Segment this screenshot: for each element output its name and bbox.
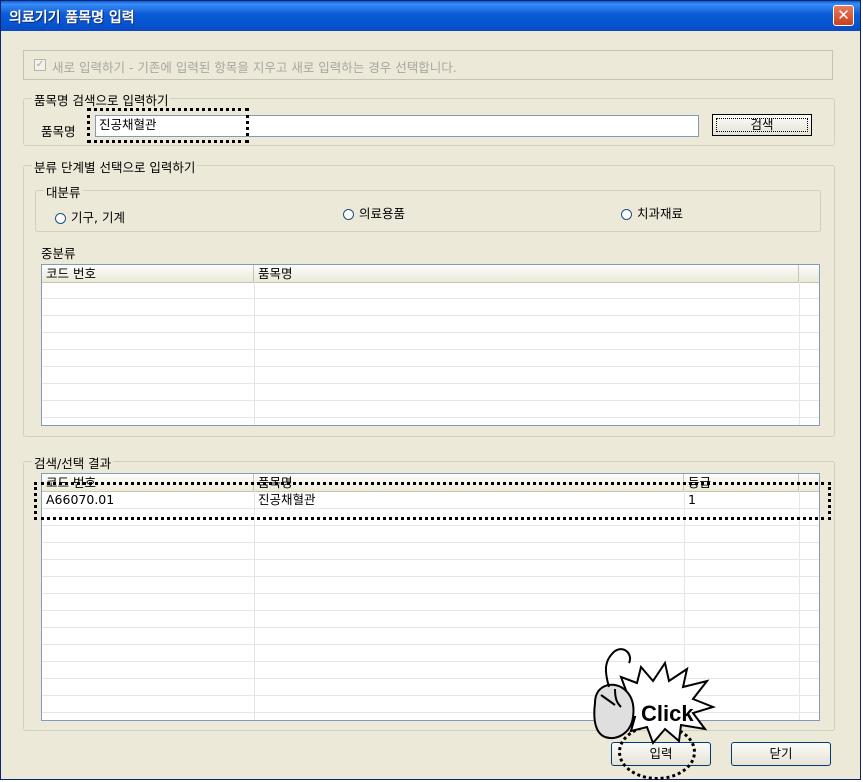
table-row[interactable] <box>42 333 819 350</box>
radio-medical-supplies[interactable]: 의료용품 <box>343 203 405 222</box>
major-category-group: 대분류 <box>35 182 821 232</box>
annotation-highlight-result <box>34 482 831 520</box>
item-name-label: 품목명 <box>41 124 76 139</box>
table-row[interactable] <box>42 350 819 367</box>
list-header: 코드 번호 품목명 <box>42 265 819 283</box>
radio-device-machine[interactable]: 기구, 기계 <box>55 207 125 226</box>
table-row[interactable] <box>42 367 819 384</box>
focus-rect <box>716 118 808 132</box>
close-window-button[interactable]: ✕ <box>833 5 854 26</box>
table-row[interactable] <box>42 577 819 594</box>
dialog-window: 의료기기 품목명 입력 ✕ ✓ 새로 입력하기 - 기존에 입력된 항목을 지우… <box>0 0 861 780</box>
table-row[interactable] <box>42 299 819 316</box>
table-row[interactable] <box>42 384 819 401</box>
click-callout-icon: Click <box>593 648 717 745</box>
table-row[interactable] <box>42 543 819 560</box>
close-button[interactable]: 닫기 <box>731 742 831 766</box>
table-row[interactable] <box>42 401 819 418</box>
middle-category-label: 중분류 <box>41 246 76 261</box>
radio-button[interactable] <box>343 209 354 220</box>
search-button[interactable]: 검색 <box>712 114 812 136</box>
search-group-legend: 품목명 검색으로 입력하기 <box>32 90 171 109</box>
new-entry-checkbox[interactable]: ✓ <box>34 59 46 71</box>
table-row[interactable] <box>42 611 819 628</box>
radio-label: 의료용품 <box>359 206 406 221</box>
table-row[interactable] <box>42 526 819 543</box>
table-row[interactable] <box>42 594 819 611</box>
column-header-name[interactable]: 품목명 <box>254 265 799 282</box>
radio-label: 치과재료 <box>637 206 684 221</box>
middle-category-list[interactable]: 코드 번호 품목명 <box>41 264 820 426</box>
radio-label: 기구, 기계 <box>71 210 125 225</box>
window-title: 의료기기 품목명 입력 <box>9 10 135 26</box>
new-entry-label: 새로 입력하기 - 기존에 입력된 항목을 지우고 새로 입력하는 경우 선택합… <box>52 60 457 75</box>
radio-dental-materials[interactable]: 치과재료 <box>621 203 683 222</box>
mouse-icon <box>593 648 635 739</box>
annotation-highlight-search <box>87 108 249 143</box>
new-entry-row: ✓ 새로 입력하기 - 기존에 입력된 항목을 지우고 새로 입력하는 경우 선… <box>23 50 833 80</box>
column-header-code[interactable]: 코드 번호 <box>42 265 254 282</box>
close-icon: ✕ <box>837 6 850 24</box>
title-bar[interactable]: 의료기기 품목명 입력 ✕ <box>1 1 860 31</box>
click-callout-text: Click <box>641 701 694 726</box>
close-button-label: 닫기 <box>769 746 793 761</box>
radio-button[interactable] <box>621 209 632 220</box>
category-group-legend: 분류 단계별 선택으로 입력하기 <box>32 157 198 176</box>
radio-button[interactable] <box>55 213 66 224</box>
major-category-legend: 대분류 <box>44 182 83 201</box>
table-row[interactable] <box>42 560 819 577</box>
table-row[interactable] <box>42 316 819 333</box>
table-row[interactable] <box>42 282 819 299</box>
results-group-legend: 검색/선택 결과 <box>32 453 114 472</box>
